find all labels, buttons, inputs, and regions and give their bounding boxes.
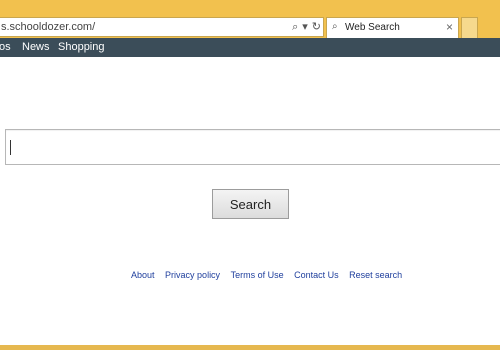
text-caret (10, 140, 11, 155)
top-navbar: os News Shopping (0, 38, 500, 57)
refresh-icon[interactable]: ↻ (312, 20, 321, 34)
tab-title[interactable]: Web Search (345, 22, 400, 33)
address-bar[interactable]: s.schooldozer.com/ ⌕ ▾ ↻ (0, 17, 324, 37)
browser-tab[interactable]: ⌕ Web Search × (326, 17, 459, 38)
nav-item-videos[interactable]: os (0, 41, 11, 53)
footer-link-reset-search[interactable]: Reset search (349, 270, 402, 280)
new-tab-button[interactable] (461, 17, 478, 38)
search-button[interactable]: Search (212, 189, 289, 219)
close-icon[interactable]: × (446, 20, 453, 34)
address-icons: ⌕ ▾ ↻ (292, 20, 321, 34)
search-input[interactable] (5, 129, 500, 165)
search-icon[interactable]: ⌕ (292, 20, 298, 34)
chevron-down-icon[interactable]: ▾ (302, 20, 308, 34)
address-text[interactable]: s.schooldozer.com/ (1, 21, 95, 33)
nav-item-shopping[interactable]: Shopping (58, 41, 105, 53)
footer-link-privacy-policy[interactable]: Privacy policy (165, 270, 220, 280)
browser-chrome: s.schooldozer.com/ ⌕ ▾ ↻ ⌕ Web Search × (0, 0, 500, 38)
nav-item-news[interactable]: News (22, 41, 50, 53)
search-icon: ⌕ (332, 21, 338, 32)
footer-link-about[interactable]: About (131, 270, 155, 280)
footer-links: About Privacy policy Terms of Use Contac… (131, 270, 431, 280)
bottom-bar (0, 345, 500, 350)
footer-link-terms-of-use[interactable]: Terms of Use (231, 270, 284, 280)
footer-link-contact-us[interactable]: Contact Us (294, 270, 339, 280)
